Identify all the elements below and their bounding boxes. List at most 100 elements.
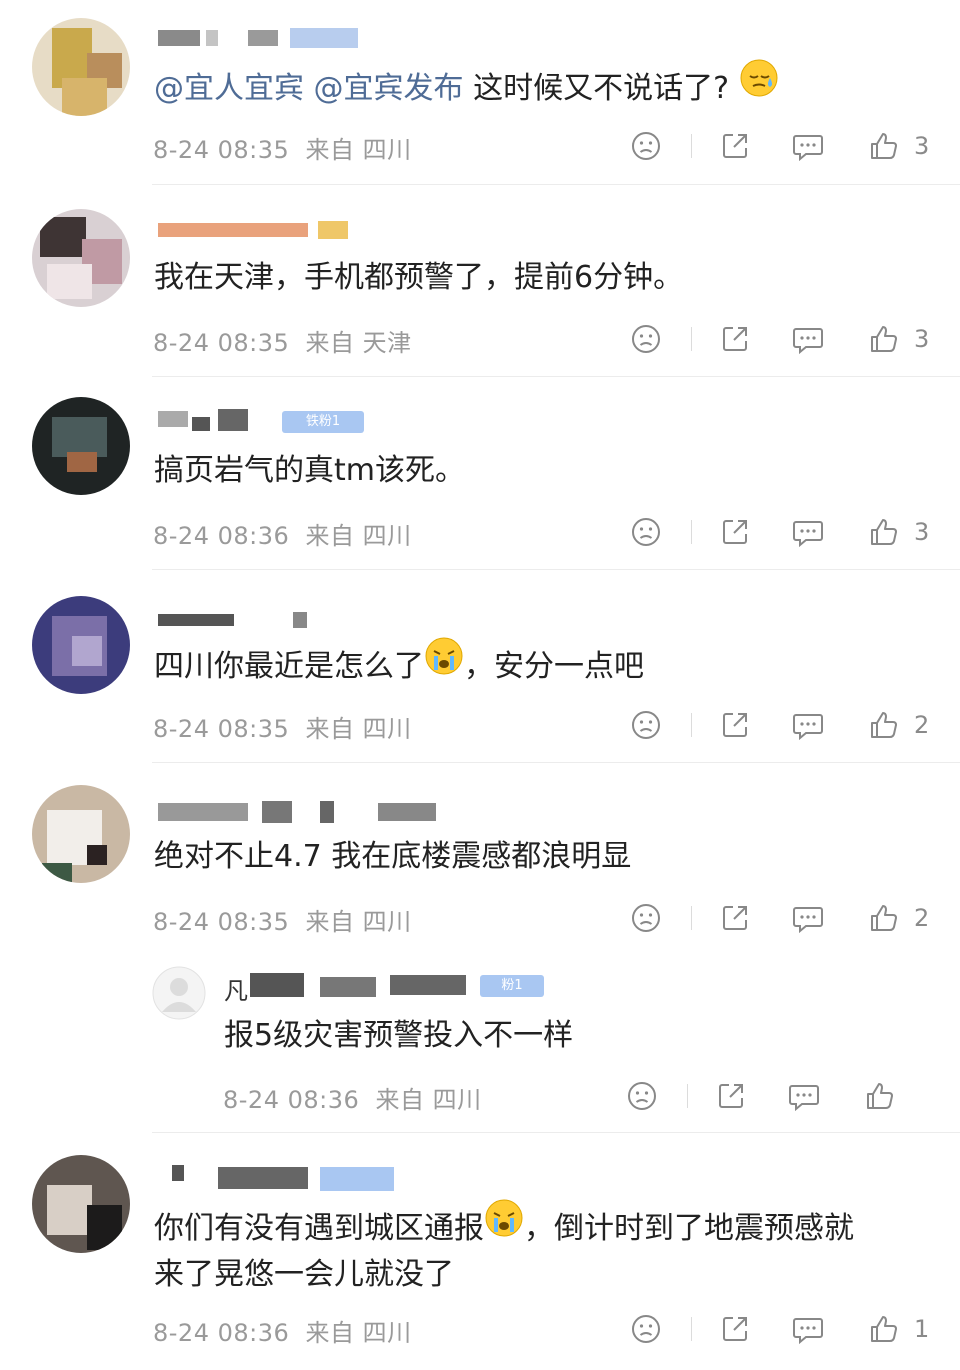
comment-actions: 3 [631,512,930,552]
avatar[interactable] [32,397,130,495]
avatar[interactable] [32,785,130,883]
share-icon[interactable] [720,131,750,161]
comment-text: 报5级灾害预警投入不一样 [224,1018,574,1053]
divider [687,1084,688,1108]
sad-face-icon[interactable] [631,903,661,933]
comment-actions: 3 [631,126,930,166]
username[interactable] [158,219,348,241]
comment-meta: 8-24 08:36 来自 四川 [153,1313,412,1348]
comment-actions: 2 [631,705,930,745]
thumbs-up-icon[interactable] [868,1313,900,1345]
avatar[interactable] [32,209,130,307]
divider [691,1317,692,1341]
location: 来自 四川 [305,908,412,936]
sad-face-icon[interactable] [631,131,661,161]
like-count: 2 [914,904,930,932]
comment-bubble-icon[interactable] [792,517,824,547]
username[interactable] [158,801,438,823]
thumbs-up-icon[interactable] [868,130,900,162]
comment-text: 四川你最近是怎么了 ，安分一点吧 [154,637,930,695]
location: 来自 四川 [305,522,412,550]
avatar[interactable] [32,596,130,694]
share-icon[interactable] [720,903,750,933]
comment-bubble-icon[interactable] [788,1081,820,1111]
crying-face-emoji [424,636,464,691]
sad-face-icon[interactable] [631,324,661,354]
share-icon[interactable] [720,710,750,740]
share-icon[interactable] [720,517,750,547]
comment-bubble-icon[interactable] [792,903,824,933]
comment-text-line2: 来了晃悠一会儿就没了 [154,1257,454,1292]
sweat-face-emoji [739,58,779,113]
thumbs-up-icon[interactable] [864,1080,896,1112]
location: 来自 四川 [305,1319,412,1347]
thumbs-up-icon[interactable] [868,902,900,934]
comment-text: 我在天津，手机都预警了，提前6分钟。 [154,260,684,295]
timestamp: 8-24 08:35 [153,908,290,936]
share-icon[interactable] [720,324,750,354]
share-icon[interactable] [716,1081,746,1111]
avatar[interactable] [152,966,206,1020]
comment-meta: 8-24 08:35 来自 四川 [153,709,412,744]
comment-item: 我在天津，手机都预警了，提前6分钟。 8-24 08:35 来自 天津 3 [0,185,960,377]
comment-meta: 8-24 08:35 来自 天津 [153,323,412,358]
comment-bubble-icon[interactable] [792,324,824,354]
comment-meta: 8-24 08:35 来自 四川 [153,130,412,165]
sad-face-icon[interactable] [631,1314,661,1344]
divider [691,327,692,351]
timestamp: 8-24 08:35 [153,136,290,164]
comment-meta: 8-24 08:35 来自 四川 [153,902,412,937]
comment-text: 你们有没有遇到城区通报 ，倒计时到了地震预感就 [154,1199,930,1257]
timestamp: 8-24 08:36 [153,522,290,550]
divider [691,134,692,158]
share-icon[interactable] [720,1314,750,1344]
like-count: 3 [914,132,930,160]
comment-item: 铁粉1 搞页岩气的真tm该死。 8-24 08:36 来自 四川 3 [0,377,960,570]
mention-link[interactable]: @宜宾发布 [314,71,464,106]
timestamp: 8-24 08:35 [153,715,290,743]
location: 来自 四川 [375,1086,482,1114]
thumbs-up-icon[interactable] [868,323,900,355]
crying-face-emoji [484,1198,524,1253]
avatar[interactable] [32,1155,130,1253]
comment-text: 绝对不止4.7 我在底楼震感都浪明显 [154,839,632,874]
sad-face-icon[interactable] [631,517,661,547]
reply-username-prefix[interactable]: 凡 [224,971,248,1006]
username[interactable] [158,1165,398,1191]
comment-item: 四川你最近是怎么了 ，安分一点吧 8-24 08:35 来自 四川 2 [0,570,960,763]
comment-item: 你们有没有遇到城区通报 ，倒计时到了地震预感就 来了晃悠一会儿就没了 8-24 0… [0,1133,960,1370]
fan-badge[interactable]: 铁粉1 [282,411,364,433]
like-count: 2 [914,711,930,739]
location: 来自 四川 [305,136,412,164]
sad-face-icon[interactable] [631,710,661,740]
comment-bubble-icon[interactable] [792,1314,824,1344]
comment-bubble-icon[interactable] [792,131,824,161]
comment-actions: 3 [631,319,930,359]
timestamp: 8-24 08:35 [153,329,290,357]
mention-link[interactable]: @宜人宜宾 [154,71,304,106]
thumbs-up-icon[interactable] [868,516,900,548]
username[interactable] [158,608,308,630]
comment-text: 搞页岩气的真tm该死。 [154,453,465,488]
comment-meta: 8-24 08:36 来自 四川 [153,516,412,551]
fan-badge[interactable]: 粉1 [480,975,544,997]
thumbs-up-icon[interactable] [868,709,900,741]
comment-actions: 1 [631,1309,930,1349]
divider [691,520,692,544]
comment-bubble-icon[interactable] [792,710,824,740]
username[interactable] [250,973,470,997]
avatar[interactable] [32,18,130,116]
username[interactable] [158,28,358,50]
comment-actions [627,1076,926,1116]
comment-item: @宜人宜宾 @宜宾发布 这时候又不说话了? 8-24 08:35 来自 四川 3 [0,0,960,185]
like-count: 1 [914,1315,930,1343]
comment-meta: 8-24 08:36 来自 四川 [223,1080,482,1115]
like-count: 3 [914,325,930,353]
sad-face-icon[interactable] [627,1081,657,1111]
comment-item: 绝对不止4.7 我在底楼震感都浪明显 8-24 08:35 来自 四川 2 凡 … [0,763,960,1133]
divider [691,906,692,930]
location: 来自 四川 [305,715,412,743]
comment-text: @宜人宜宾 @宜宾发布 这时候又不说话了? [154,59,930,117]
comment-actions: 2 [631,898,930,938]
timestamp: 8-24 08:36 [223,1086,360,1114]
